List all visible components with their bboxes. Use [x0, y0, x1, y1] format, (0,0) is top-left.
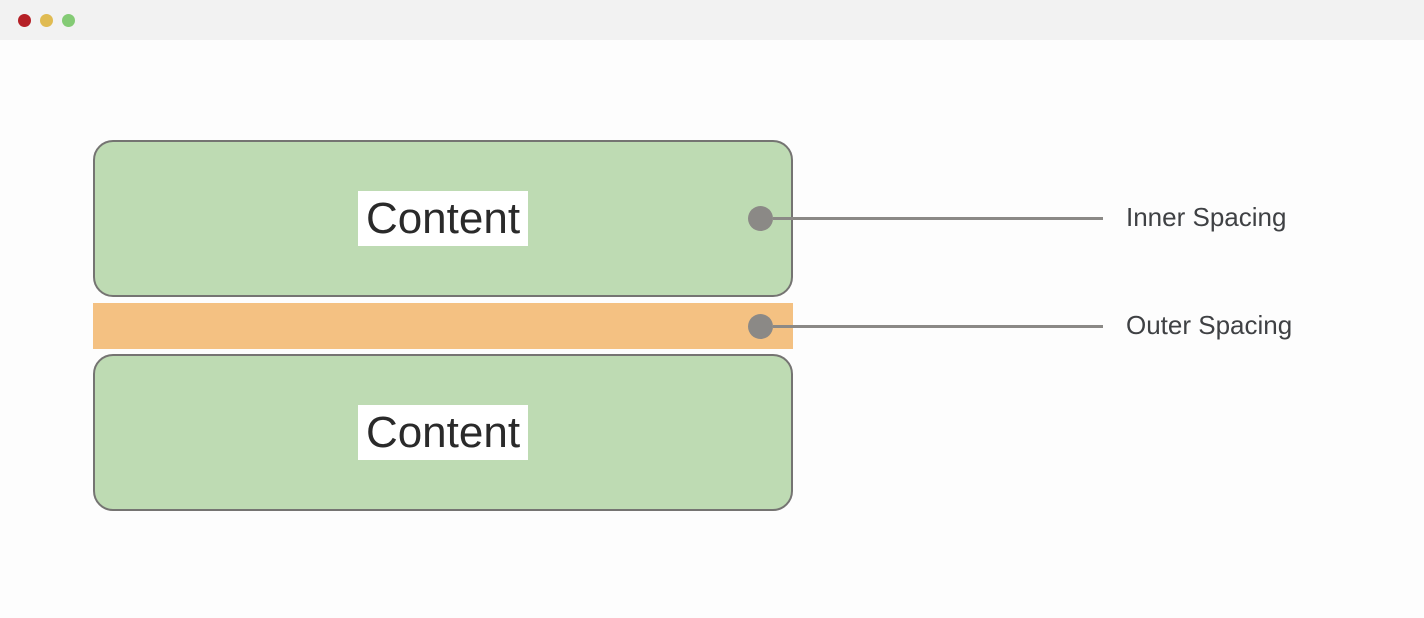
content-box-bottom: Content: [93, 354, 793, 511]
callout-dot-outer: [748, 314, 773, 339]
minimize-icon[interactable]: [40, 14, 53, 27]
window-titlebar: [0, 0, 1424, 40]
diagram-canvas: Content Content Inner Spacing Outer Spac…: [0, 40, 1424, 618]
zoom-icon[interactable]: [62, 14, 75, 27]
callout-label-outer: Outer Spacing: [1126, 310, 1292, 341]
content-label-bottom: Content: [358, 405, 528, 460]
callout-label-inner: Inner Spacing: [1126, 202, 1286, 233]
callout-line-inner: [773, 217, 1103, 220]
content-label-top: Content: [358, 191, 528, 246]
callout-dot-inner: [748, 206, 773, 231]
content-box-top: Content: [93, 140, 793, 297]
close-icon[interactable]: [18, 14, 31, 27]
outer-spacing-bar: [93, 303, 793, 349]
callout-line-outer: [773, 325, 1103, 328]
